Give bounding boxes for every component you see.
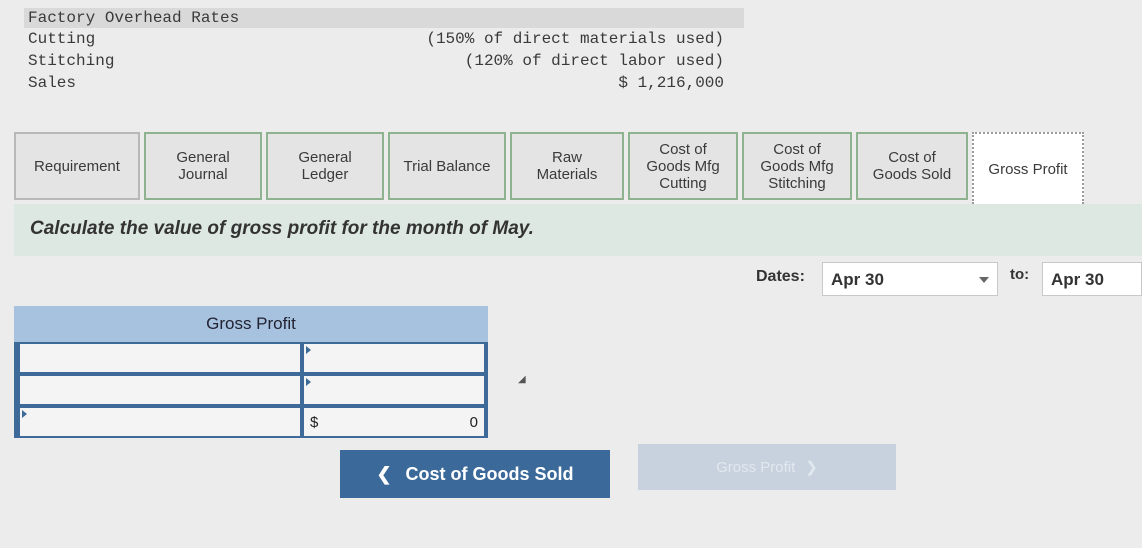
info-label: Stitching [28,52,115,70]
total-value: 0 [469,413,478,431]
account-input[interactable] [20,376,300,404]
date-from-value: Apr 30 [831,270,884,289]
amount-cell-1[interactable] [304,344,484,372]
chevron-left-icon: ❮ [376,463,392,484]
tab-label: Cost of Goods Mfg Cutting [646,140,720,192]
info-row-stitching: Stitching (120% of direct labor used) [24,50,744,72]
dates-label: Dates: [756,268,805,285]
tab-general-journal[interactable]: General Journal [144,132,262,200]
account-input[interactable] [20,344,300,372]
tab-cost-of-goods-sold[interactable]: Cost of Goods Sold [856,132,968,200]
marker-icon [306,378,311,386]
marker-icon [22,410,27,418]
next-button-label: Gross Profit [716,458,796,476]
tab-cogm-stitching[interactable]: Cost of Goods Mfg Stitching [742,132,852,200]
info-row-cutting: Cutting (150% of direct materials used) [24,28,744,50]
table-header: Gross Profit [14,306,488,342]
prev-button-label: Cost of Goods Sold [405,463,574,484]
info-value: (150% of direct materials used) [426,30,724,48]
amount-input[interactable] [304,344,484,372]
tab-requirement[interactable]: Requirement [14,132,140,200]
to-label: to: [1010,266,1030,283]
date-to-value: Apr 30 [1051,270,1104,289]
date-from-select[interactable]: Apr 30 [822,262,998,296]
tab-label: Cost of Goods Sold [872,149,952,183]
instruction-text: Calculate the value of gross profit for … [30,218,534,239]
date-to-field[interactable]: Apr 30 [1042,262,1142,296]
marker-icon [306,346,311,354]
tab-label: General Journal [176,149,230,183]
tab-cogm-cutting[interactable]: Cost of Goods Mfg Cutting [628,132,738,200]
gross-profit-table: Gross Profit $ 0 [14,306,488,438]
chevron-right-icon: ❯ [805,459,818,476]
tab-raw-materials[interactable]: Raw Materials [510,132,624,200]
instruction-banner: Calculate the value of gross profit for … [14,204,1142,256]
prev-button[interactable]: ❮ Cost of Goods Sold [340,450,610,498]
tab-label: Trial Balance [403,157,491,175]
info-value: $ 1,216,000 [618,74,724,92]
account-cell-2[interactable] [20,376,300,404]
chevron-down-icon [979,277,989,283]
total-amount-cell: $ 0 [304,408,484,436]
tab-label: Requirement [34,157,120,175]
account-cell-1[interactable] [20,344,300,372]
info-label: Cutting [28,30,96,48]
amount-input[interactable] [304,376,484,404]
factory-overhead-info: Factory Overhead Rates Cutting (150% of … [24,8,744,94]
amount-cell-2[interactable] [304,376,484,404]
tab-general-ledger[interactable]: General Ledger [266,132,384,200]
currency-symbol: $ [310,413,319,431]
info-label: Sales [28,74,77,92]
next-button[interactable]: Gross Profit ❯ [638,444,896,490]
cursor-icon: ◢ [518,374,526,385]
total-label-cell[interactable] [20,408,300,436]
info-row-sales: Sales $ 1,216,000 [24,72,744,94]
tab-trial-balance[interactable]: Trial Balance [388,132,506,200]
tab-label: Gross Profit [988,160,1068,178]
tab-label: General Ledger [298,149,352,183]
info-value: (120% of direct labor used) [464,52,724,70]
tab-label: Raw Materials [536,149,598,183]
tab-gross-profit[interactable]: Gross Profit [972,132,1084,204]
info-title: Factory Overhead Rates [24,8,744,28]
tab-label: Cost of Goods Mfg Stitching [760,140,834,192]
